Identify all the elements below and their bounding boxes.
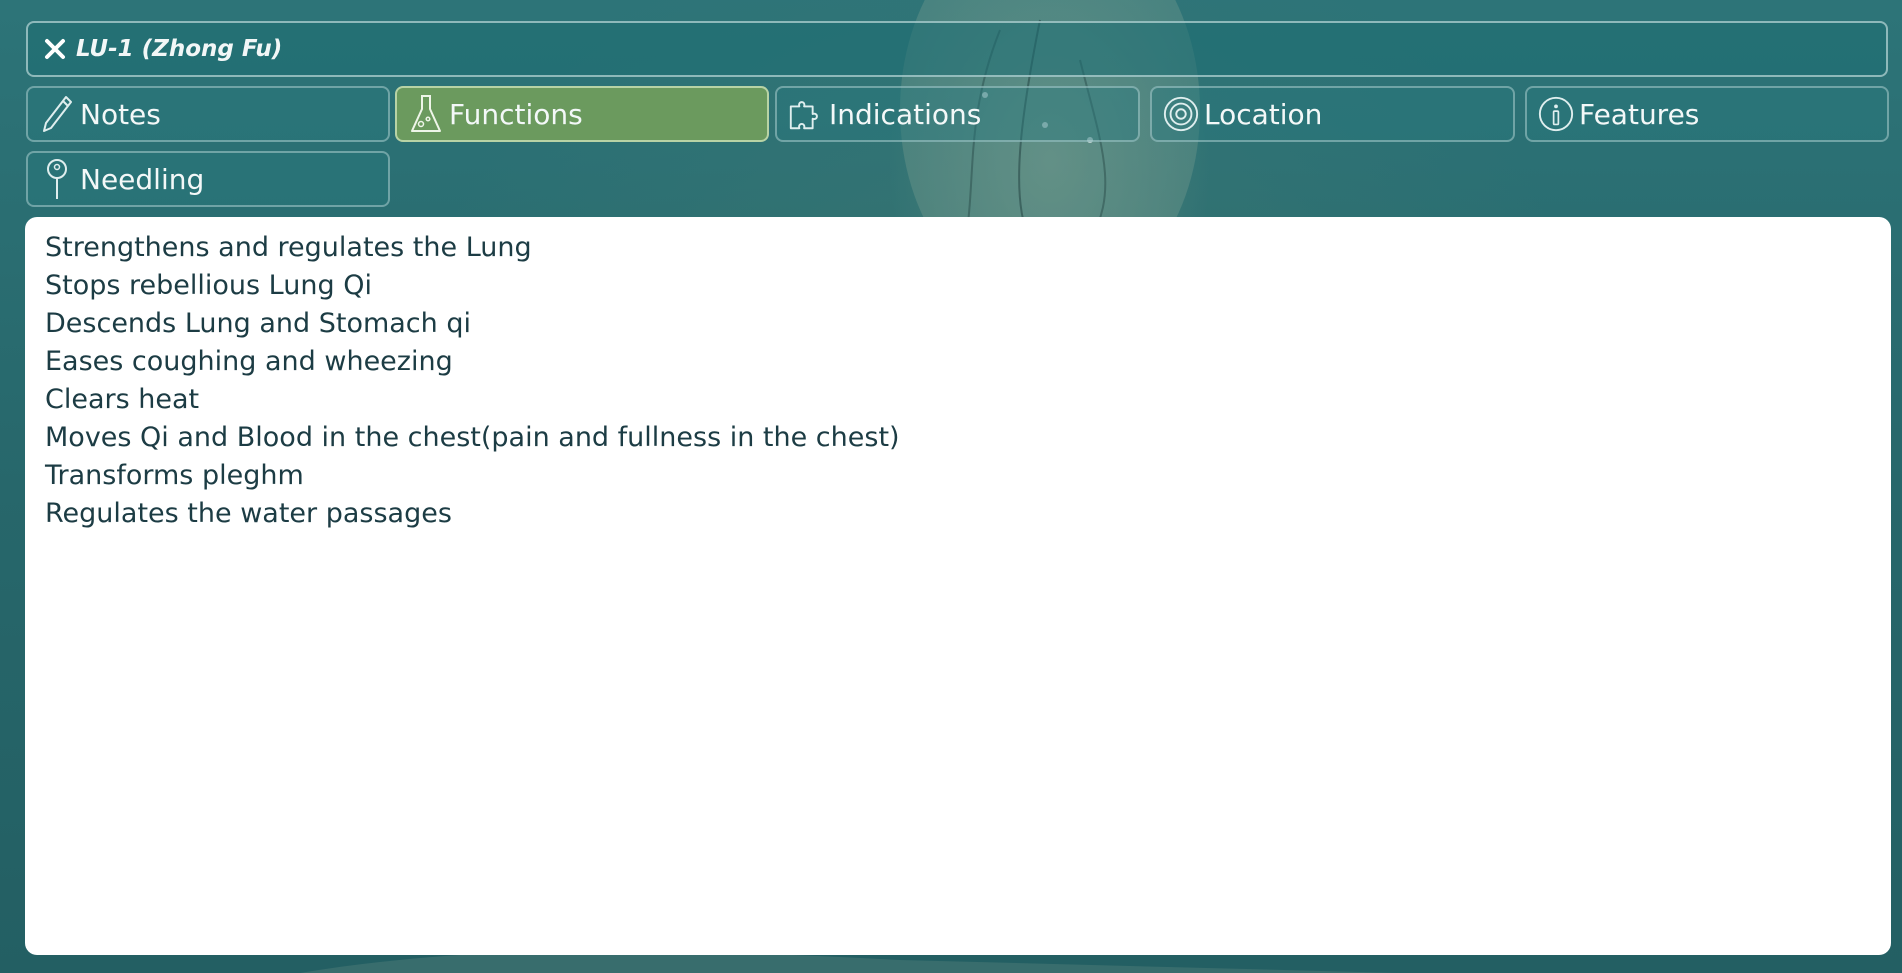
flask-icon (407, 91, 445, 137)
tab-features[interactable]: Features (1525, 86, 1889, 142)
list-item: Eases coughing and wheezing (45, 346, 453, 377)
tab-notes[interactable]: Notes (26, 86, 390, 142)
tab-location-label: Location (1204, 97, 1323, 131)
list-item: Clears heat (45, 384, 200, 415)
point-title-bar: LU-1 (Zhong Fu) (26, 21, 1888, 77)
list-item: Stops rebellious Lung Qi (45, 270, 372, 301)
tab-functions-label: Functions (449, 97, 583, 131)
list-item: Moves Qi and Blood in the chest(pain and… (45, 422, 900, 453)
info-icon (1537, 91, 1575, 137)
functions-content-panel: Strengthens and regulates the Lung Stops… (25, 217, 1891, 955)
tab-location[interactable]: Location (1150, 86, 1515, 142)
list-item: Strengthens and regulates the Lung (45, 232, 532, 263)
puzzle-icon (787, 91, 825, 137)
tab-needling[interactable]: Needling (26, 151, 390, 207)
pencil-icon (38, 91, 76, 137)
tab-indications[interactable]: Indications (775, 86, 1140, 142)
tab-features-label: Features (1579, 97, 1700, 131)
point-title: LU-1 (Zhong Fu) (76, 36, 283, 62)
tab-functions[interactable]: Functions (395, 86, 769, 142)
close-icon[interactable] (38, 32, 72, 66)
list-item: Descends Lung and Stomach qi (45, 308, 471, 339)
tab-notes-label: Notes (80, 97, 161, 131)
list-item: Transforms pleghm (45, 460, 304, 491)
tab-indications-label: Indications (829, 97, 982, 131)
pin-icon (38, 156, 76, 202)
list-item: Regulates the water passages (45, 498, 452, 529)
target-icon (1162, 91, 1200, 137)
functions-list: Strengthens and regulates the Lung Stops… (45, 229, 1871, 533)
tab-needling-label: Needling (80, 162, 205, 196)
